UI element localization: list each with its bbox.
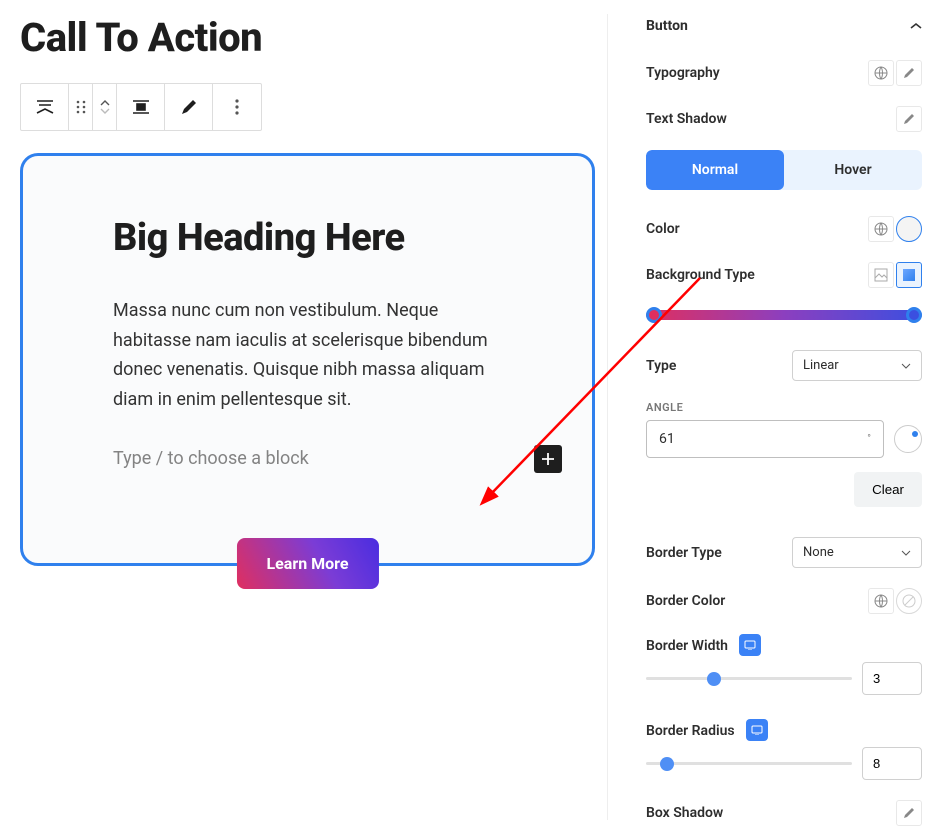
pencil-icon[interactable]: [896, 106, 922, 132]
responsive-icon[interactable]: [746, 719, 768, 741]
block-inserter-placeholder[interactable]: Type / to choose a block: [113, 445, 502, 473]
gradient-bg-icon[interactable]: [896, 262, 922, 288]
learn-more-button[interactable]: Learn More: [236, 538, 378, 589]
border-radius-slider[interactable]: [646, 762, 852, 765]
select-value: None: [803, 545, 834, 560]
box-shadow-label: Box Shadow: [646, 805, 723, 821]
style-sidebar: Button Typography Text Shadow Normal Hov…: [628, 0, 940, 826]
chevron-down-icon: [901, 550, 911, 556]
add-block-button[interactable]: [534, 445, 562, 473]
move-up-down[interactable]: [93, 84, 117, 130]
state-tabs: Normal Hover: [646, 150, 922, 190]
color-label: Color: [646, 221, 680, 237]
cta-block[interactable]: Big Heading Here Massa nunc cum non vest…: [20, 153, 595, 566]
edit-icon[interactable]: [165, 84, 213, 130]
section-title: Button: [646, 18, 688, 34]
chevron-up-icon: [910, 22, 922, 30]
globe-icon[interactable]: [868, 588, 894, 614]
angle-input[interactable]: 61 °: [646, 420, 884, 458]
drag-handle-icon[interactable]: [69, 84, 93, 130]
bg-type-label: Background Type: [646, 267, 755, 283]
color-swatch[interactable]: [896, 216, 922, 242]
tab-hover[interactable]: Hover: [784, 150, 922, 190]
degree-unit: °: [867, 434, 871, 445]
responsive-icon[interactable]: [739, 634, 761, 656]
border-radius-label: Border Radius: [646, 719, 768, 741]
pencil-icon[interactable]: [896, 800, 922, 826]
angle-label: ANGLE: [646, 401, 922, 414]
angle-dial[interactable]: [894, 425, 922, 453]
border-type-label: Border Type: [646, 545, 722, 561]
page-title: Call To Action: [20, 14, 595, 61]
more-options-icon[interactable]: [213, 84, 261, 130]
border-width-input[interactable]: [862, 662, 922, 695]
block-type-icon[interactable]: [21, 84, 69, 130]
tab-normal[interactable]: Normal: [646, 150, 784, 190]
no-color-icon[interactable]: [896, 588, 922, 614]
border-type-select[interactable]: None: [792, 537, 922, 568]
section-button-toggle[interactable]: Button: [646, 10, 922, 50]
angle-value: 61: [659, 431, 675, 447]
border-width-slider[interactable]: [646, 677, 852, 680]
border-width-label: Border Width: [646, 634, 761, 656]
typography-label: Typography: [646, 65, 720, 81]
globe-icon[interactable]: [868, 60, 894, 86]
gradient-stop-start[interactable]: [646, 307, 662, 323]
gradient-stop-end[interactable]: [906, 307, 922, 323]
chevron-down-icon: [901, 363, 911, 369]
border-radius-input[interactable]: [862, 747, 922, 780]
select-value: Linear: [803, 358, 839, 373]
globe-icon[interactable]: [868, 216, 894, 242]
placeholder-text: Type / to choose a block: [113, 448, 309, 469]
cta-body-text[interactable]: Massa nunc cum non vestibulum. Neque hab…: [113, 296, 502, 415]
cta-heading[interactable]: Big Heading Here: [113, 216, 502, 260]
gradient-picker[interactable]: [646, 310, 922, 320]
border-color-label: Border Color: [646, 593, 725, 609]
gradient-type-select[interactable]: Linear: [792, 350, 922, 381]
align-icon[interactable]: [117, 84, 165, 130]
text-shadow-label: Text Shadow: [646, 111, 727, 127]
classic-bg-icon[interactable]: [868, 262, 894, 288]
type-label: Type: [646, 358, 676, 374]
pencil-icon[interactable]: [896, 60, 922, 86]
clear-button[interactable]: Clear: [854, 472, 922, 507]
block-toolbar: [20, 83, 262, 131]
